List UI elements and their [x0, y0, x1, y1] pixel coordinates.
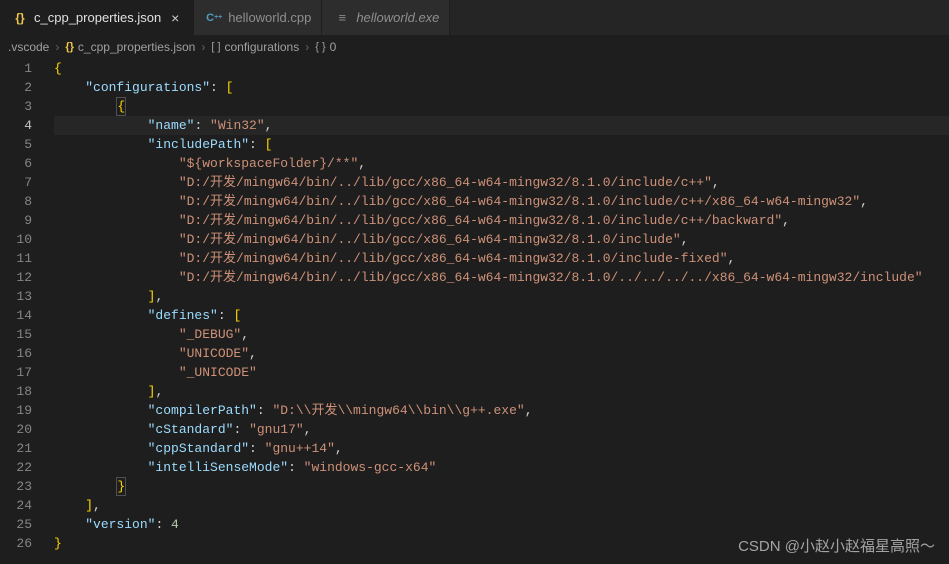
line-number: 18 [0, 382, 32, 401]
line-number: 20 [0, 420, 32, 439]
code-line[interactable]: { [54, 59, 949, 78]
code-line[interactable]: { [54, 97, 949, 116]
tab-helloworld-cpp[interactable]: C++ helloworld.cpp [194, 0, 322, 35]
line-number: 19 [0, 401, 32, 420]
tab-helloworld-exe[interactable]: ≡ helloworld.exe [322, 0, 450, 35]
code-line[interactable]: ], [54, 382, 949, 401]
breadcrumb-item[interactable]: c_cpp_properties.json [78, 40, 195, 54]
code-line[interactable]: "cppStandard": "gnu++14", [54, 439, 949, 458]
line-number: 5 [0, 135, 32, 154]
code-line[interactable]: "UNICODE", [54, 344, 949, 363]
code-line[interactable]: "cStandard": "gnu17", [54, 420, 949, 439]
code-line[interactable]: "configurations": [ [54, 78, 949, 97]
tab-label: helloworld.cpp [228, 10, 311, 25]
line-number: 1 [0, 59, 32, 78]
line-number: 26 [0, 534, 32, 553]
code-line[interactable]: "version": 4 [54, 515, 949, 534]
code-line[interactable]: "_DEBUG", [54, 325, 949, 344]
code-line[interactable]: "defines": [ [54, 306, 949, 325]
code-line[interactable]: "D:/开发/mingw64/bin/../lib/gcc/x86_64-w64… [54, 173, 949, 192]
code-content[interactable]: { "configurations": [ { "name": "Win32",… [50, 59, 949, 564]
code-line[interactable]: "D:/开发/mingw64/bin/../lib/gcc/x86_64-w64… [54, 211, 949, 230]
code-line[interactable]: "D:/开发/mingw64/bin/../lib/gcc/x86_64-w64… [54, 268, 949, 287]
chevron-right-icon: › [55, 40, 59, 54]
code-line[interactable]: "D:/开发/mingw64/bin/../lib/gcc/x86_64-w64… [54, 249, 949, 268]
json-icon: {} [65, 41, 74, 53]
tab-c-cpp-properties[interactable]: {} c_cpp_properties.json × [0, 0, 194, 35]
line-number: 10 [0, 230, 32, 249]
code-line[interactable]: ], [54, 496, 949, 515]
code-editor[interactable]: 1234567891011121314151617181920212223242… [0, 59, 949, 564]
line-number: 21 [0, 439, 32, 458]
code-line[interactable]: "name": "Win32", [54, 116, 949, 135]
line-number-gutter: 1234567891011121314151617181920212223242… [0, 59, 50, 564]
close-icon[interactable]: × [167, 10, 183, 26]
breadcrumb-item[interactable]: configurations [225, 40, 300, 54]
array-icon: [ ] [211, 41, 220, 53]
editor-tabs: {} c_cpp_properties.json × C++ helloworl… [0, 0, 949, 35]
chevron-right-icon: › [201, 40, 205, 54]
line-number: 7 [0, 173, 32, 192]
line-number: 11 [0, 249, 32, 268]
json-icon: {} [12, 10, 28, 26]
chevron-right-icon: › [305, 40, 309, 54]
code-line[interactable]: "compilerPath": "D:\\开发\\mingw64\\bin\\g… [54, 401, 949, 420]
object-icon: { } [315, 41, 325, 53]
code-line[interactable]: "intelliSenseMode": "windows-gcc-x64" [54, 458, 949, 477]
line-number: 22 [0, 458, 32, 477]
line-number: 8 [0, 192, 32, 211]
line-number: 3 [0, 97, 32, 116]
code-line[interactable]: "_UNICODE" [54, 363, 949, 382]
line-number: 24 [0, 496, 32, 515]
line-number: 13 [0, 287, 32, 306]
line-number: 14 [0, 306, 32, 325]
line-number: 6 [0, 154, 32, 173]
line-number: 12 [0, 268, 32, 287]
code-line[interactable]: ], [54, 287, 949, 306]
code-line[interactable]: "D:/开发/mingw64/bin/../lib/gcc/x86_64-w64… [54, 192, 949, 211]
code-line[interactable]: "includePath": [ [54, 135, 949, 154]
code-line[interactable]: } [54, 477, 949, 496]
breadcrumb[interactable]: .vscode › {} c_cpp_properties.json › [ ]… [0, 35, 949, 59]
line-number: 17 [0, 363, 32, 382]
watermark: CSDN @小赵小赵福星高照～ [738, 535, 935, 556]
exe-icon: ≡ [334, 10, 350, 26]
line-number: 15 [0, 325, 32, 344]
line-number: 25 [0, 515, 32, 534]
line-number: 9 [0, 211, 32, 230]
line-number: 16 [0, 344, 32, 363]
code-line[interactable]: "D:/开发/mingw64/bin/../lib/gcc/x86_64-w64… [54, 230, 949, 249]
tab-label: c_cpp_properties.json [34, 10, 161, 25]
line-number: 23 [0, 477, 32, 496]
breadcrumb-item[interactable]: .vscode [8, 40, 49, 54]
cpp-icon: C++ [206, 10, 222, 26]
tab-label: helloworld.exe [356, 10, 439, 25]
line-number: 4 [0, 116, 32, 135]
code-line[interactable]: "${workspaceFolder}/**", [54, 154, 949, 173]
breadcrumb-item[interactable]: 0 [330, 40, 337, 54]
line-number: 2 [0, 78, 32, 97]
